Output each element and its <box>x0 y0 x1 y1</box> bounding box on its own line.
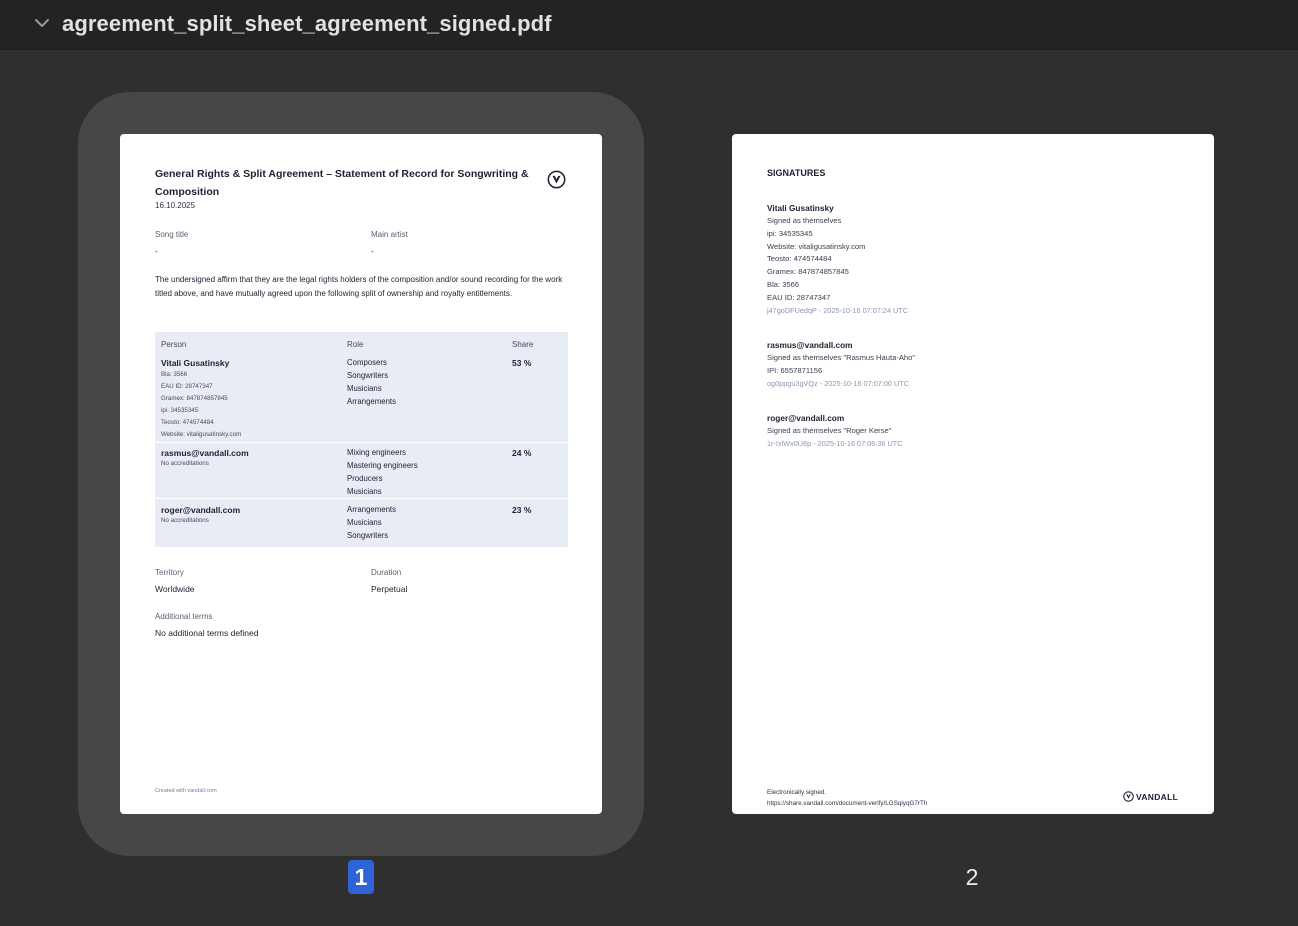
signatures-heading: SIGNATURES <box>767 168 826 178</box>
role-item: Mastering engineers <box>347 461 418 470</box>
table-row-person: Vitali Gusatinsky <box>161 358 230 368</box>
page-thumbnail-1[interactable]: General Rights & Split Agreement – State… <box>120 134 602 814</box>
agreement-date: 16.10.2025 <box>155 201 196 210</box>
page-number-2[interactable]: 2 <box>958 860 986 894</box>
verify-url: https://share.vandall.com/document-verif… <box>767 800 928 807</box>
role-item: Musicians <box>347 487 382 496</box>
table-row-person: roger@vandall.com <box>161 505 241 515</box>
signature-line: Teosto: 474574484 <box>767 254 832 264</box>
role-item: Songwriters <box>347 531 389 540</box>
role-item: Songwriters <box>347 371 389 380</box>
table-row-details: No accreditations <box>161 458 209 470</box>
detail-line: Teosto: 474574484 <box>161 419 214 426</box>
signature-line: Signed as themselves "Roger Kerse" <box>767 426 892 435</box>
vandall-logo-icon <box>547 170 566 189</box>
detail-line: No accreditations <box>161 460 209 467</box>
table-header-role: Role <box>347 340 364 349</box>
table-row-roles: Mixing engineers Mastering engineers Pro… <box>347 446 418 498</box>
detail-line: ipi: 34535345 <box>161 407 199 414</box>
table-row-roles: Arrangements Musicians Songwriters <box>347 503 396 542</box>
signature-line: EAU ID: 28747347 <box>767 292 831 302</box>
detail-line: Gramex: 847874857845 <box>161 395 228 402</box>
signer-name: Vitali Gusatinsky <box>767 203 834 213</box>
signature-hash: og0ppgu3gVQz - 2025-10-16 07:07:00 UTC <box>767 378 909 388</box>
territory-value: Worldwide <box>155 584 195 594</box>
role-item: Mixing engineers <box>347 448 406 457</box>
signature-block: Vitali Gusatinsky Signed as themselves i… <box>767 202 908 317</box>
table-header-share: Share <box>512 340 534 349</box>
detail-line: Bla: 3566 <box>161 371 188 378</box>
electronically-signed-text: Electronically signed. <box>767 789 827 796</box>
chevron-down-icon[interactable] <box>34 15 50 31</box>
signature-line: IPI: 6557871156 <box>767 365 823 375</box>
page-footer: Created with vandall.com <box>155 788 217 794</box>
duration-value: Perpetual <box>371 584 408 594</box>
additional-terms-label: Additional terms <box>155 612 213 621</box>
table-row-share: 24 % <box>512 448 532 458</box>
signature-line: ipi: 34535345 <box>767 228 813 238</box>
signature-block: roger@vandall.com Signed as themselves "… <box>767 412 902 451</box>
song-title-label: Song title <box>155 230 189 239</box>
territory-label: Territory <box>155 568 184 577</box>
signature-hash: j47goDFUedqP - 2025-10-16 07:07:24 UTC <box>767 305 909 315</box>
signature-line: Signed as themselves <box>767 216 842 225</box>
main-artist-value: - <box>371 246 374 256</box>
table-row-person: rasmus@vandall.com <box>161 448 249 458</box>
role-item: Producers <box>347 474 383 483</box>
role-item: Musicians <box>347 518 382 527</box>
vandall-logo-icon <box>1123 791 1134 802</box>
vandall-brand: VANDALL <box>1123 791 1178 802</box>
table-row-details: Bla: 3566 EAU ID: 28747347 Gramex: 84787… <box>161 369 241 441</box>
detail-line: No accreditations <box>161 517 209 524</box>
brand-name: VANDALL <box>1136 791 1179 802</box>
detail-line: EAU ID: 28747347 <box>161 383 213 390</box>
signer-name: roger@vandall.com <box>767 413 845 423</box>
agreement-title: General Rights & Split Agreement – State… <box>155 168 529 198</box>
detail-line: Website: vitaligusatinsky.com <box>161 431 242 438</box>
role-item: Arrangements <box>347 505 396 514</box>
duration-label: Duration <box>371 568 402 577</box>
row-divider <box>155 442 568 443</box>
signature-line: Gramex: 847874857845 <box>767 267 849 277</box>
role-item: Composers <box>347 358 387 367</box>
title-bar: agreement_split_sheet_agreement_signed.p… <box>0 0 1298 50</box>
row-divider <box>155 498 568 499</box>
table-row-details: No accreditations <box>161 515 209 527</box>
signer-name: rasmus@vandall.com <box>767 340 853 350</box>
signature-block: rasmus@vandall.com Signed as themselves … <box>767 339 915 390</box>
split-table: Person Role Share Vitali Gusatinsky Bla:… <box>155 332 568 547</box>
signature-hash: 1r-IxlWx0U6p - 2025-10-16 07:06:36 UTC <box>767 438 903 448</box>
table-row-roles: Composers Songwriters Musicians Arrangem… <box>347 356 396 408</box>
table-row-share: 23 % <box>512 505 532 515</box>
signature-line: Website: vitaligusatinsky.com <box>767 241 866 251</box>
additional-terms-value: No additional terms defined <box>155 628 259 638</box>
table-header-person: Person <box>161 340 187 349</box>
role-item: Arrangements <box>347 397 396 406</box>
page-number-1[interactable]: 1 <box>348 860 374 894</box>
signature-line: Signed as themselves "Rasmus Hauta-Aho" <box>767 353 916 362</box>
verification-footer: Electronically signed. https://share.van… <box>767 787 927 809</box>
agreement-paragraph: The undersigned affirm that they are the… <box>155 275 563 298</box>
signature-line: Bla: 3566 <box>767 279 800 289</box>
role-item: Musicians <box>347 384 382 393</box>
table-row-share: 53 % <box>512 358 532 368</box>
song-title-value: - <box>155 246 158 256</box>
page-thumbnail-2[interactable]: SIGNATURES Vitali Gusatinsky Signed as t… <box>732 134 1214 814</box>
document-filename: agreement_split_sheet_agreement_signed.p… <box>62 11 552 36</box>
main-artist-label: Main artist <box>371 230 408 239</box>
